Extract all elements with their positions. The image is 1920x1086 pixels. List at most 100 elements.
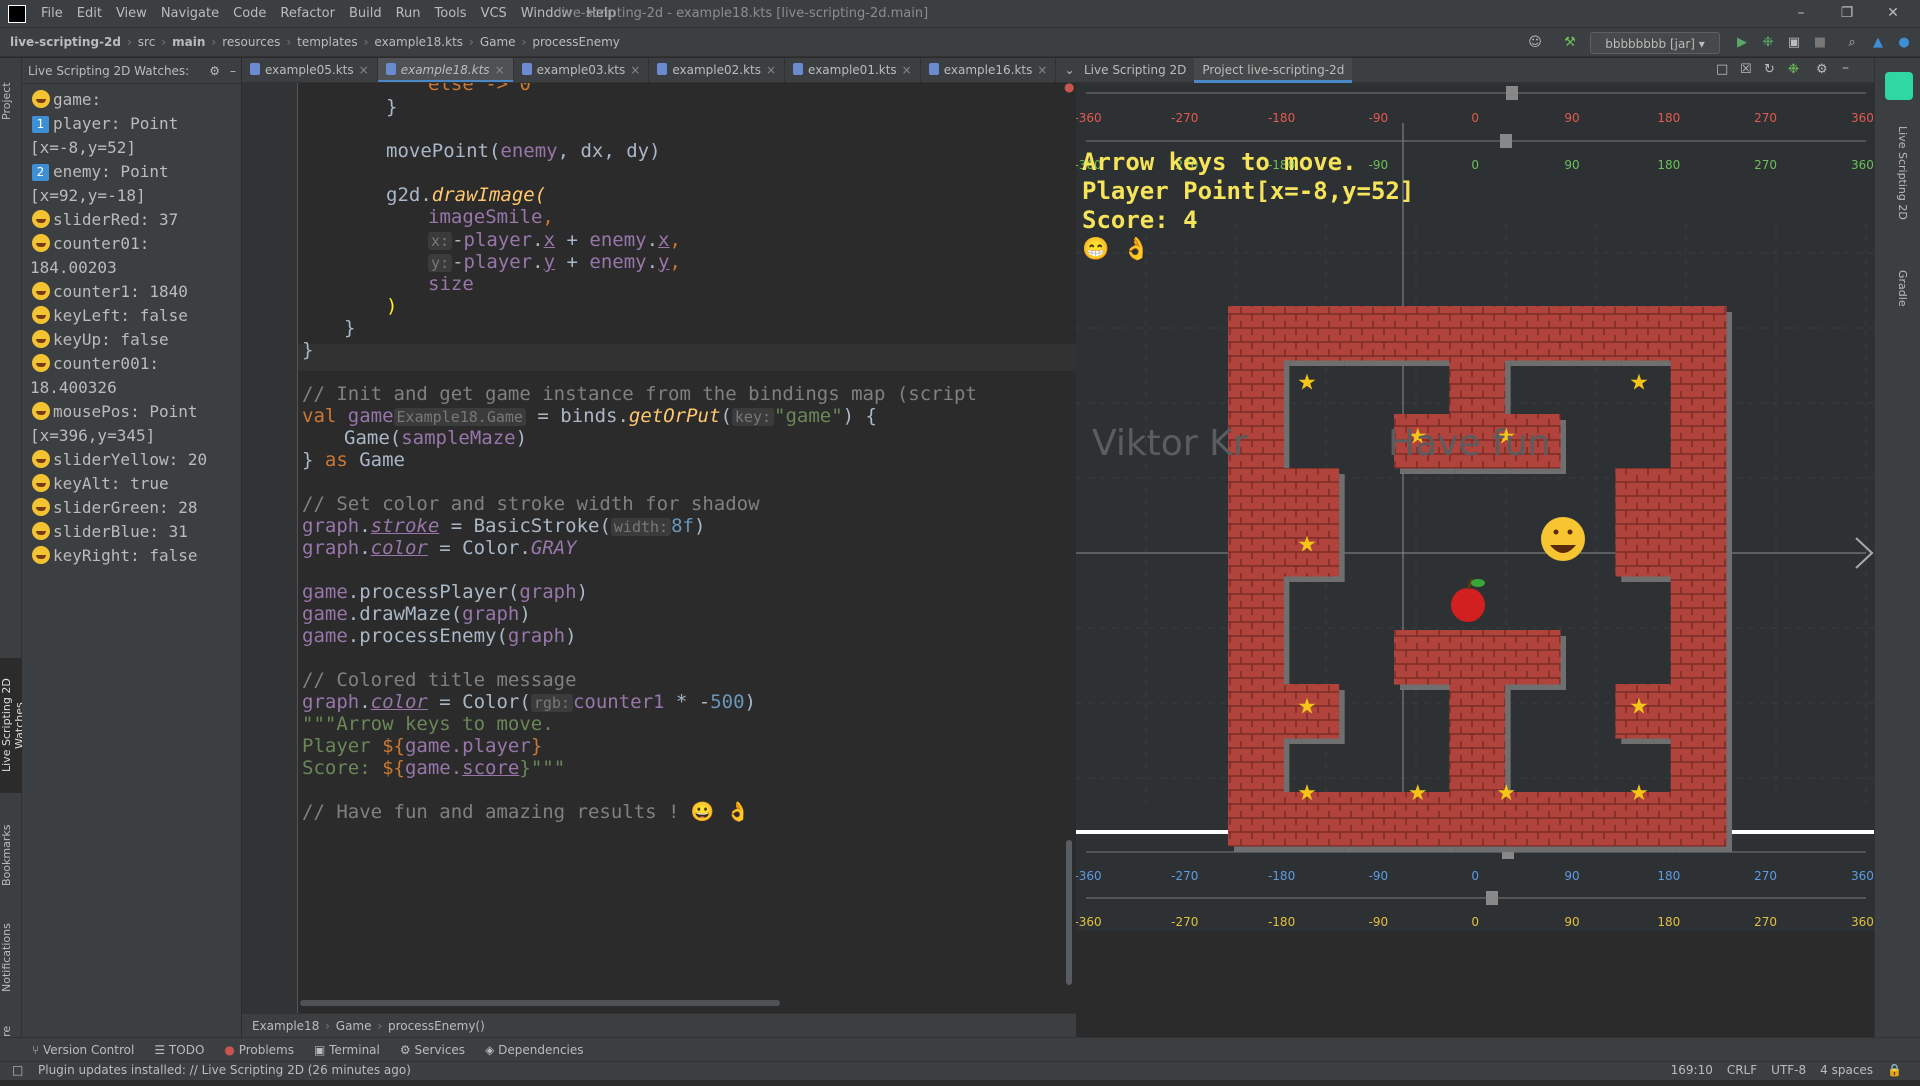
problems-button[interactable]: ● Problems <box>214 1043 304 1057</box>
status-message[interactable]: Plugin updates installed: // Live Script… <box>38 1063 411 1077</box>
tab-example03[interactable]: example03.kts × <box>514 58 650 82</box>
tab-live-scripting[interactable]: Live Scripting 2D <box>1076 58 1194 83</box>
menu-refactor[interactable]: Refactor <box>273 6 342 21</box>
crumb-main[interactable]: main <box>168 35 209 49</box>
notifications-tool-tab[interactable]: Notifications <box>0 913 22 1003</box>
tab-project-live-scripting[interactable]: Project live-scripting-2d <box>1194 57 1353 83</box>
bookmark-icon[interactable]: □ <box>1716 62 1728 77</box>
bug-icon[interactable]: ❉ <box>1788 62 1799 77</box>
build-hammer-icon[interactable]: ⚒ <box>1560 32 1580 54</box>
code-line: movePoint(enemy, dx, dy) <box>386 140 661 162</box>
tab-example16[interactable]: example16.kts × <box>921 58 1057 82</box>
menu-run[interactable]: Run <box>389 6 428 21</box>
menu-edit[interactable]: Edit <box>70 6 109 21</box>
crumb-src[interactable]: src <box>134 35 160 49</box>
settings-gear-icon[interactable]: ⚙ <box>209 64 220 78</box>
menu-file[interactable]: File <box>34 6 70 21</box>
menu-code[interactable]: Code <box>226 6 273 21</box>
tab-overflow-chevron-icon[interactable]: ⌄ <box>1056 58 1076 82</box>
file-encoding[interactable]: UTF-8 <box>1771 1063 1806 1077</box>
kotlin-script-icon <box>657 62 668 75</box>
crumb-project[interactable]: live-scripting-2d <box>0 35 125 49</box>
tab-example01[interactable]: example01.kts × <box>785 58 921 82</box>
menu-vcs[interactable]: VCS <box>474 6 514 21</box>
watch-entry: sliderBlue: 31 <box>32 520 241 544</box>
stop-icon[interactable]: ■ <box>1810 32 1830 54</box>
maze-brick <box>1228 792 1284 847</box>
bc-inner[interactable]: Game <box>336 1019 372 1033</box>
run-config-select[interactable]: bbbbbbbb [jar] ▾ <box>1590 32 1720 54</box>
ruler-bot1-tick-label: -180 <box>1268 869 1295 883</box>
menu-tools[interactable]: Tools <box>428 6 474 21</box>
live-scripting-logo-icon[interactable] <box>1885 72 1913 100</box>
maze-brick <box>1394 306 1450 361</box>
project-tool-tab[interactable]: Project <box>0 66 22 136</box>
hide-panel-icon[interactable]: – <box>230 64 236 78</box>
close-tab-icon[interactable]: × <box>766 63 776 77</box>
services-button[interactable]: ⚙ Services <box>390 1043 475 1057</box>
bc-class[interactable]: Example18 <box>252 1019 319 1033</box>
refresh-icon[interactable]: ↻ <box>1764 62 1775 77</box>
hide-panel-icon[interactable]: – <box>1842 60 1849 76</box>
fit-icon[interactable]: ☒ <box>1740 62 1752 77</box>
version-control-button[interactable]: ⑂ Version Control <box>0 1043 144 1057</box>
smile-icon <box>32 498 50 516</box>
menu-view[interactable]: View <box>109 6 154 21</box>
user-icon[interactable]: ☺ <box>1520 32 1550 54</box>
vertical-scrollbar[interactable] <box>1066 840 1072 985</box>
maze-brick <box>1670 414 1727 469</box>
gradle-tool-tab[interactable]: Gradle <box>1887 258 1909 318</box>
coverage-icon[interactable]: ▣ <box>1784 32 1804 54</box>
lock-icon[interactable]: 🔒 <box>1887 1063 1902 1077</box>
dependencies-icon: ◈ <box>485 1042 499 1057</box>
tab-example05[interactable]: example05.kts × <box>242 58 378 82</box>
dependencies-button[interactable]: ◈ Dependencies <box>475 1043 593 1057</box>
maze-brick <box>1670 468 1727 523</box>
crumb-class[interactable]: Game <box>476 35 520 49</box>
menu-build[interactable]: Build <box>342 6 389 21</box>
crumb-file[interactable]: example18.kts <box>370 35 467 49</box>
close-tab-icon[interactable]: × <box>495 63 505 77</box>
crumb-resources[interactable]: resources <box>218 35 284 49</box>
bc-method[interactable]: processEnemy() <box>388 1019 485 1033</box>
close-tab-icon[interactable]: × <box>902 63 912 77</box>
search-icon[interactable]: ⌕ <box>1842 32 1862 54</box>
watch-text: sliderBlue: 31 <box>53 522 188 541</box>
close-tab-icon[interactable]: × <box>359 63 369 77</box>
indent-setting[interactable]: 4 spaces <box>1820 1063 1873 1077</box>
debug-icon[interactable]: ❉ <box>1758 32 1778 54</box>
star-icon: ★ <box>1408 781 1428 806</box>
bookmarks-tool-tab[interactable]: Bookmarks <box>0 818 22 893</box>
line-separator[interactable]: CRLF <box>1727 1063 1757 1077</box>
live-scripting-tool-tab[interactable]: Live Scripting 2D <box>1887 108 1909 238</box>
ruler-bot1-tick-label: 360 <box>1851 869 1874 883</box>
horizontal-scrollbar[interactable] <box>300 1000 780 1006</box>
todo-button[interactable]: ☰ TODO <box>144 1043 214 1057</box>
close-tab-icon[interactable]: × <box>630 63 640 77</box>
restore-icon[interactable]: ❐ <box>1824 0 1870 27</box>
status-toggle-icon[interactable]: □ <box>12 1063 23 1077</box>
crumb-templates[interactable]: templates <box>293 35 361 49</box>
watch-entry: keyLeft: false <box>32 304 241 328</box>
live-preview-canvas[interactable]: -360 -270 -180 -90 0 90 180 270 360 -360 -270 -180 -… <box>1076 83 1874 931</box>
update-icon[interactable]: ▲ <box>1868 32 1888 54</box>
code-text[interactable]: else -> 0 } movePoint(enemy, dx, dy) g2d… <box>302 83 1066 823</box>
list-icon: ☰ <box>154 1042 169 1057</box>
settings-gear-icon[interactable]: ⚙ <box>1816 62 1828 77</box>
maze-brick <box>1338 792 1395 847</box>
caret-position[interactable]: 169:10 <box>1671 1063 1713 1077</box>
menu-navigate[interactable]: Navigate <box>154 6 226 21</box>
watches-tool-tab[interactable]: Live Scripting 2D Watches <box>0 658 26 793</box>
tab-example18[interactable]: example18.kts × <box>377 58 514 82</box>
maze-brick <box>1228 738 1284 793</box>
code-editor[interactable]: else -> 0 } movePoint(enemy, dx, dy) g2d… <box>242 83 1076 1013</box>
tab-example02[interactable]: example02.kts × <box>649 58 786 82</box>
minimize-icon[interactable]: – <box>1778 0 1824 27</box>
close-tab-icon[interactable]: × <box>1037 63 1047 77</box>
ide-icon[interactable]: ● <box>1894 32 1914 54</box>
error-indicator-icon[interactable]: ● <box>1064 83 1074 94</box>
close-icon[interactable]: ✕ <box>1870 0 1916 27</box>
crumb-method[interactable]: processEnemy <box>528 35 623 49</box>
terminal-button[interactable]: ▣ Terminal <box>304 1043 390 1057</box>
run-icon[interactable]: ▶ <box>1732 32 1752 54</box>
